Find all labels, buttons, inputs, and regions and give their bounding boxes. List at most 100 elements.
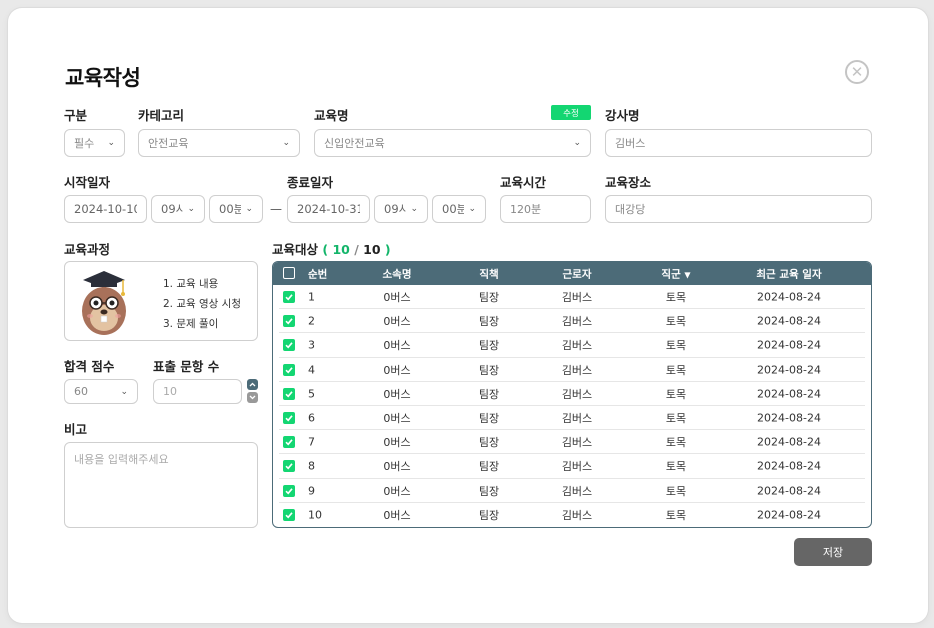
row-checkbox[interactable] [283,315,295,328]
cell-recent: 2024-08-24 [757,363,821,377]
location-input[interactable]: 대강당 [605,195,872,223]
table-row[interactable]: 8 0버스 팀장 김버스 토목 2024-08-24 [273,454,871,479]
col-position: 직책 [479,268,499,280]
sample-count-label: 표출 문항 수 [153,359,220,374]
table-row[interactable]: 1 0버스 팀장 김버스 토목 2024-08-24 [273,285,871,310]
duration-input[interactable]: 120분 [500,195,591,223]
cell-position: 팀장 [478,508,500,522]
instructor-label: 강사명 [605,108,640,123]
row-checkbox[interactable] [283,412,295,425]
start-date-input[interactable]: 2024-10-10 [64,195,147,223]
row-checkbox[interactable] [283,460,295,473]
end-hour-select[interactable]: 09시 ⌄ [374,195,428,223]
category-label: 카테고리 [138,108,185,123]
chevron-down-icon: ⌄ [245,204,253,214]
cell-worker: 김버스 [561,363,593,377]
row-checkbox[interactable] [283,291,295,304]
cell-rank: 토목 [665,436,687,450]
instructor-input[interactable]: 김버스 [605,129,872,157]
cell-recent: 2024-08-24 [757,508,821,522]
cell-position: 팀장 [478,363,500,377]
row-checkbox[interactable] [283,484,295,497]
selected-count: 10 [332,242,350,257]
category-type-select[interactable]: 필수 ⌄ [64,129,125,157]
end-minute-select[interactable]: 00분 ⌄ [432,195,486,223]
row-checkbox[interactable] [283,387,295,400]
date-range-dash: — [270,202,282,216]
course-step: 3. 문제 풀이 [163,318,219,330]
col-no: 순번 [308,268,328,280]
duration-label: 교육시간 [500,175,547,190]
check-icon [285,391,293,398]
end-date-input[interactable]: 2024-10-31 [287,195,370,223]
start-minute-select[interactable]: 00분 ⌄ [209,195,263,223]
table-row[interactable]: 9 0버스 팀장 김버스 토목 2024-08-24 [273,479,871,503]
select-all-checkbox[interactable] [283,267,295,279]
cell-recent: 2024-08-24 [757,314,821,328]
cell-rank: 토목 [665,387,687,401]
check-icon [285,439,293,446]
cell-dept: 0버스 [383,484,411,498]
cell-no: 5 [308,387,315,401]
cell-dept: 0버스 [383,436,411,450]
cell-rank: 토목 [665,339,687,353]
table-row[interactable]: 4 0버스 팀장 김버스 토목 2024-08-24 [273,358,871,382]
cell-recent: 2024-08-24 [757,338,821,352]
pass-score-select[interactable]: 60 ⌄ [64,379,138,404]
course-name-select[interactable]: 신입안전교육 ⌄ [314,129,591,157]
cell-position: 팀장 [478,484,500,498]
course-step: 2. 교육 영상 시청 [163,298,241,310]
category-select[interactable]: 안전교육 ⌄ [138,129,300,157]
cell-no: 10 [308,508,322,522]
chevron-down-icon: ⌄ [573,138,581,148]
cell-recent: 2024-08-24 [757,459,821,473]
cell-rank: 토목 [665,315,687,329]
filter-icon: ▼ [684,270,691,279]
table-row[interactable]: 7 0버스 팀장 김버스 토목 2024-08-24 [273,430,871,455]
modal-title: 교육작성 [65,66,141,90]
start-hour-select[interactable]: 09시 ⌄ [151,195,205,223]
table-row[interactable]: 2 0버스 팀장 김버스 토목 2024-08-24 [273,309,871,334]
col-rank[interactable]: 직군 ▼ [661,266,690,281]
cell-no: 8 [308,459,315,473]
table-row[interactable]: 6 0버스 팀장 김버스 토목 2024-08-24 [273,406,871,431]
row-checkbox[interactable] [283,339,295,352]
cell-no: 6 [308,411,315,425]
table-row[interactable]: 3 0버스 팀장 김버스 토목 2024-08-24 [273,333,871,358]
cell-position: 팀장 [478,436,500,450]
chevron-up-icon [249,382,256,387]
cell-rank: 토목 [665,363,687,377]
cell-dept: 0버스 [383,315,411,329]
stepper-up-button[interactable] [247,379,258,390]
cell-recent: 2024-08-24 [757,290,821,304]
course-step-list: 1. 교육 내용 2. 교육 영상 시청 3. 문제 풀이 [163,274,241,334]
table-header: 순번 소속명 직책 근로자 직군 ▼ 최근 교육 일자 [273,262,871,285]
row-checkbox[interactable] [283,363,295,376]
table-row[interactable]: 5 0버스 팀장 김버스 토목 2024-08-24 [273,382,871,407]
check-icon [285,294,293,301]
note-textarea[interactable]: 내용을 입력해주세요 [64,442,258,528]
sample-count-input[interactable]: 10 [153,379,242,404]
cell-worker: 김버스 [561,291,593,305]
cell-dept: 0버스 [383,291,411,305]
chevron-down-icon: ⌄ [282,138,290,148]
edit-badge[interactable]: 수정 [551,105,591,120]
row-checkbox[interactable] [283,508,295,521]
cell-dept: 0버스 [383,363,411,377]
stepper-down-button[interactable] [247,392,258,403]
cell-position: 팀장 [478,412,500,426]
category-type-label: 구분 [64,108,88,123]
cell-position: 팀장 [478,460,500,474]
course-box: 1. 교육 내용 2. 교육 영상 시청 3. 문제 풀이 [64,261,258,341]
check-icon [285,318,293,325]
course-step: 1. 교육 내용 [163,278,219,290]
row-checkbox[interactable] [283,436,295,449]
close-button[interactable]: ✕ [845,60,869,84]
cell-worker: 김버스 [561,508,593,522]
table-body: 1 0버스 팀장 김버스 토목 2024-08-24 2 0버스 팀장 김버스 토목 2024-08-… [273,285,871,527]
table-row[interactable]: 10 0버스 팀장 김버스 토목 2024-08-24 [273,503,871,527]
save-button[interactable]: 저장 [794,538,872,566]
total-count: 10 [363,242,381,257]
chevron-down-icon: ⌄ [468,204,476,214]
pass-score-label: 합격 점수 [64,359,115,374]
